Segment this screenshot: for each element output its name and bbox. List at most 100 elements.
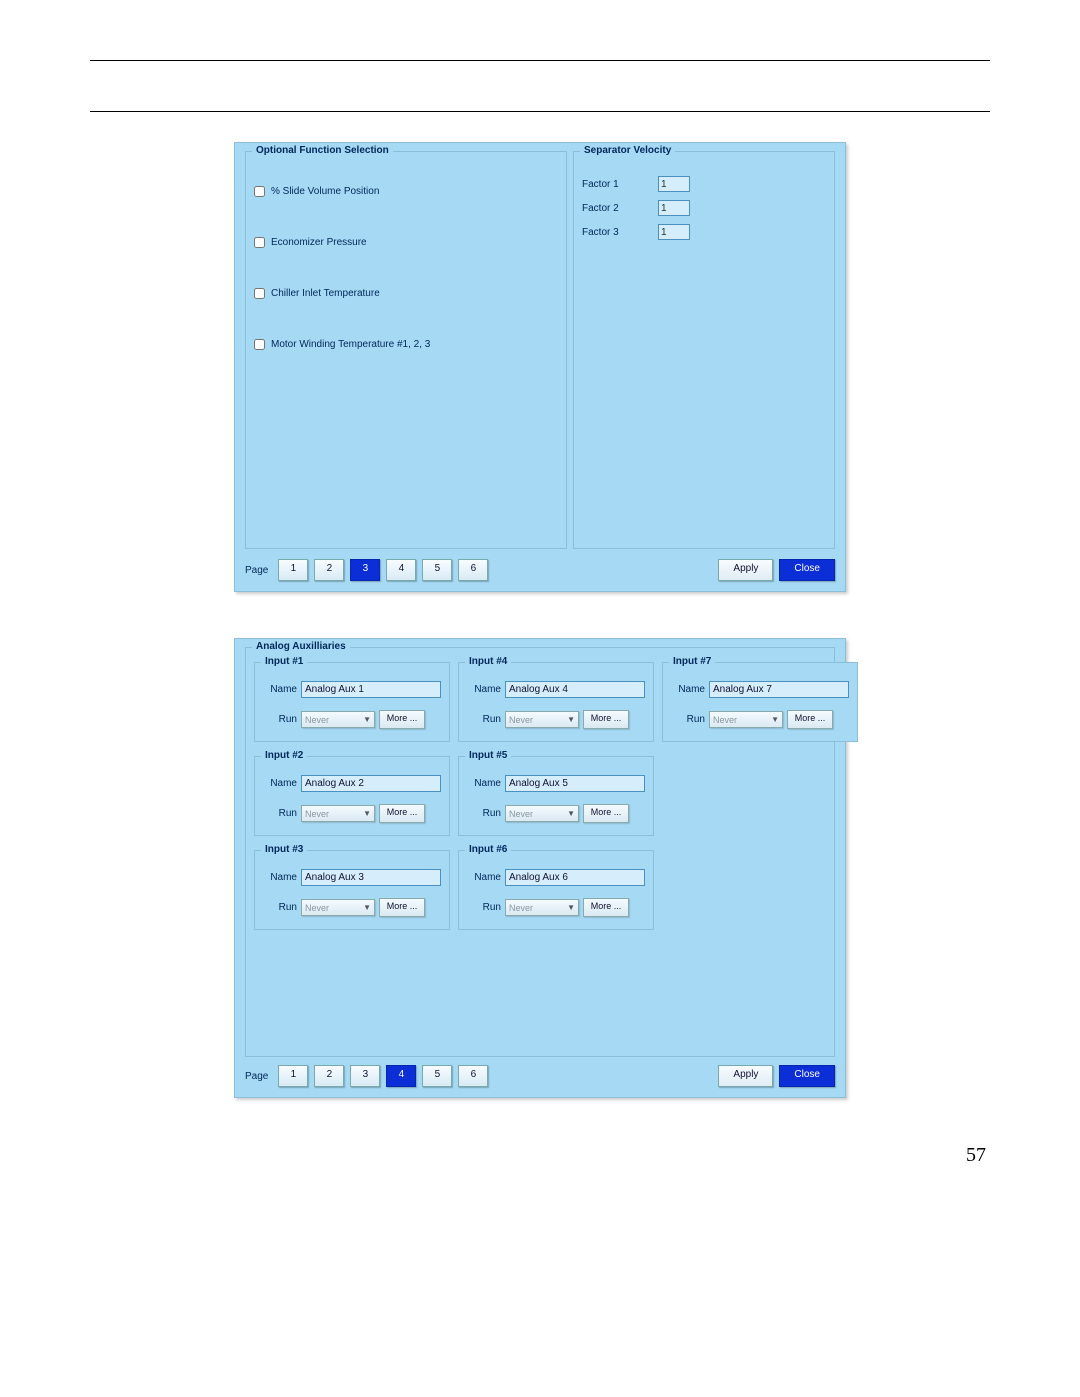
sv-input-3[interactable] [658,224,690,240]
page-button-3[interactable]: 3 [350,1065,380,1087]
aux-more-button[interactable]: More ... [583,898,629,917]
aux-name-label: Name [263,778,297,789]
top-rule [90,60,990,61]
analog-aux-group: Analog Auxilliaries Input #1NameRunNever… [245,647,835,1057]
aux-more-button[interactable]: More ... [583,710,629,729]
aux-input-5: Input #5NameRunNever▼More ... [458,756,654,836]
close-button[interactable]: Close [779,1065,835,1087]
chevron-down-icon: ▼ [363,809,371,818]
aux-name-field[interactable] [301,775,441,792]
ofs-option-economizer[interactable]: Economizer Pressure [254,237,558,248]
pager-label: Page [245,1071,268,1082]
screenshot-2-wrap: Analog Auxilliaries Input #1NameRunNever… [90,638,990,1098]
ofs-checkbox[interactable] [254,288,265,299]
document-page: Optional Function Selection % Slide Volu… [0,0,1080,1207]
aux-more-button[interactable]: More ... [379,710,425,729]
ofs-label: Motor Winding Temperature #1, 2, 3 [271,339,430,350]
aux-name-field[interactable] [709,681,849,698]
aux-input-legend: Input #3 [261,844,307,855]
page-button-3[interactable]: 3 [350,559,380,581]
page-number: 57 [90,1144,990,1167]
ofs-option-chiller-inlet[interactable]: Chiller Inlet Temperature [254,288,558,299]
aux-run-select[interactable]: Never ▼ [301,805,375,822]
sv-input-1[interactable] [658,176,690,192]
page-button-4[interactable]: 4 [386,1065,416,1087]
aux-run-label: Run [467,808,501,819]
optional-function-legend: Optional Function Selection [252,145,393,156]
aux-name-field[interactable] [505,775,645,792]
optional-function-group: Optional Function Selection % Slide Volu… [245,151,567,549]
page-button-5[interactable]: 5 [422,559,452,581]
page-button-6[interactable]: 6 [458,559,488,581]
aux-more-button[interactable]: More ... [379,804,425,823]
sv-row-2: Factor 2 [582,200,826,216]
sv-row-3: Factor 3 [582,224,826,240]
aux-input-3: Input #3NameRunNever▼More ... [254,850,450,930]
pager-row-2: Page 123456 Apply Close [245,1065,835,1087]
aux-run-value: Never [305,715,329,725]
page-button-1[interactable]: 1 [278,1065,308,1087]
aux-run-label: Run [263,902,297,913]
aux-run-select[interactable]: Never ▼ [505,899,579,916]
aux-run-select[interactable]: Never▼ [505,711,579,728]
aux-run-select[interactable]: Never ▼ [505,805,579,822]
aux-run-label: Run [671,714,705,725]
aux-run-label: Run [263,714,297,725]
ofs-label: Economizer Pressure [271,237,367,248]
aux-run-value: Never [305,809,329,819]
analog-aux-panel: Analog Auxilliaries Input #1NameRunNever… [234,638,846,1098]
page-button-6[interactable]: 6 [458,1065,488,1087]
aux-input-6: Input #6NameRunNever▼More ... [458,850,654,930]
sv-label: Factor 3 [582,227,642,238]
aux-input-legend: Input #2 [261,750,307,761]
chevron-down-icon: ▼ [567,903,575,912]
ofs-label: % Slide Volume Position [271,186,379,197]
aux-name-field[interactable] [301,681,441,698]
apply-button[interactable]: Apply [718,559,773,581]
ofs-label: Chiller Inlet Temperature [271,288,380,299]
aux-name-field[interactable] [505,681,645,698]
page-button-2[interactable]: 2 [314,559,344,581]
aux-input-2: Input #2NameRunNever▼More ... [254,756,450,836]
aux-run-value: Never [713,715,737,725]
aux-run-select[interactable]: Never ▼ [709,711,783,728]
apply-button[interactable]: Apply [718,1065,773,1087]
aux-input-4: Input #4NameRunNever▼More ... [458,662,654,742]
chevron-down-icon: ▼ [567,809,575,818]
aux-input-legend: Input #6 [465,844,511,855]
ofs-option-slide-volume[interactable]: % Slide Volume Position [254,186,558,197]
sv-row-1: Factor 1 [582,176,826,192]
page-button-4[interactable]: 4 [386,559,416,581]
close-button[interactable]: Close [779,559,835,581]
aux-run-value: Never [509,903,533,913]
page-button-1[interactable]: 1 [278,559,308,581]
aux-name-label: Name [671,684,705,695]
aux-more-button[interactable]: More ... [787,710,833,729]
aux-more-button[interactable]: More ... [379,898,425,917]
page-button-2[interactable]: 2 [314,1065,344,1087]
aux-name-field[interactable] [301,869,441,886]
aux-run-select[interactable]: Never▼ [301,711,375,728]
aux-run-value: Never [509,809,533,819]
ofs-checkbox[interactable] [254,339,265,350]
screenshot-1-wrap: Optional Function Selection % Slide Volu… [90,142,990,592]
aux-run-value: Never [305,903,329,913]
ofs-checkbox[interactable] [254,237,265,248]
page-button-5[interactable]: 5 [422,1065,452,1087]
ofs-checkbox[interactable] [254,186,265,197]
aux-run-select[interactable]: Never▼ [301,899,375,916]
aux-more-button[interactable]: More ... [583,804,629,823]
pager-row-1: Page 123456 Apply Close [245,559,835,581]
aux-name-label: Name [263,684,297,695]
aux-name-label: Name [263,872,297,883]
aux-input-legend: Input #1 [261,656,307,667]
aux-name-label: Name [467,872,501,883]
chevron-down-icon: ▼ [771,715,779,724]
sv-input-2[interactable] [658,200,690,216]
sv-label: Factor 2 [582,203,642,214]
aux-input-legend: Input #5 [465,750,511,761]
separator-velocity-legend: Separator Velocity [580,145,675,156]
aux-input-legend: Input #4 [465,656,511,667]
aux-name-field[interactable] [505,869,645,886]
ofs-option-motor-winding[interactable]: Motor Winding Temperature #1, 2, 3 [254,339,558,350]
